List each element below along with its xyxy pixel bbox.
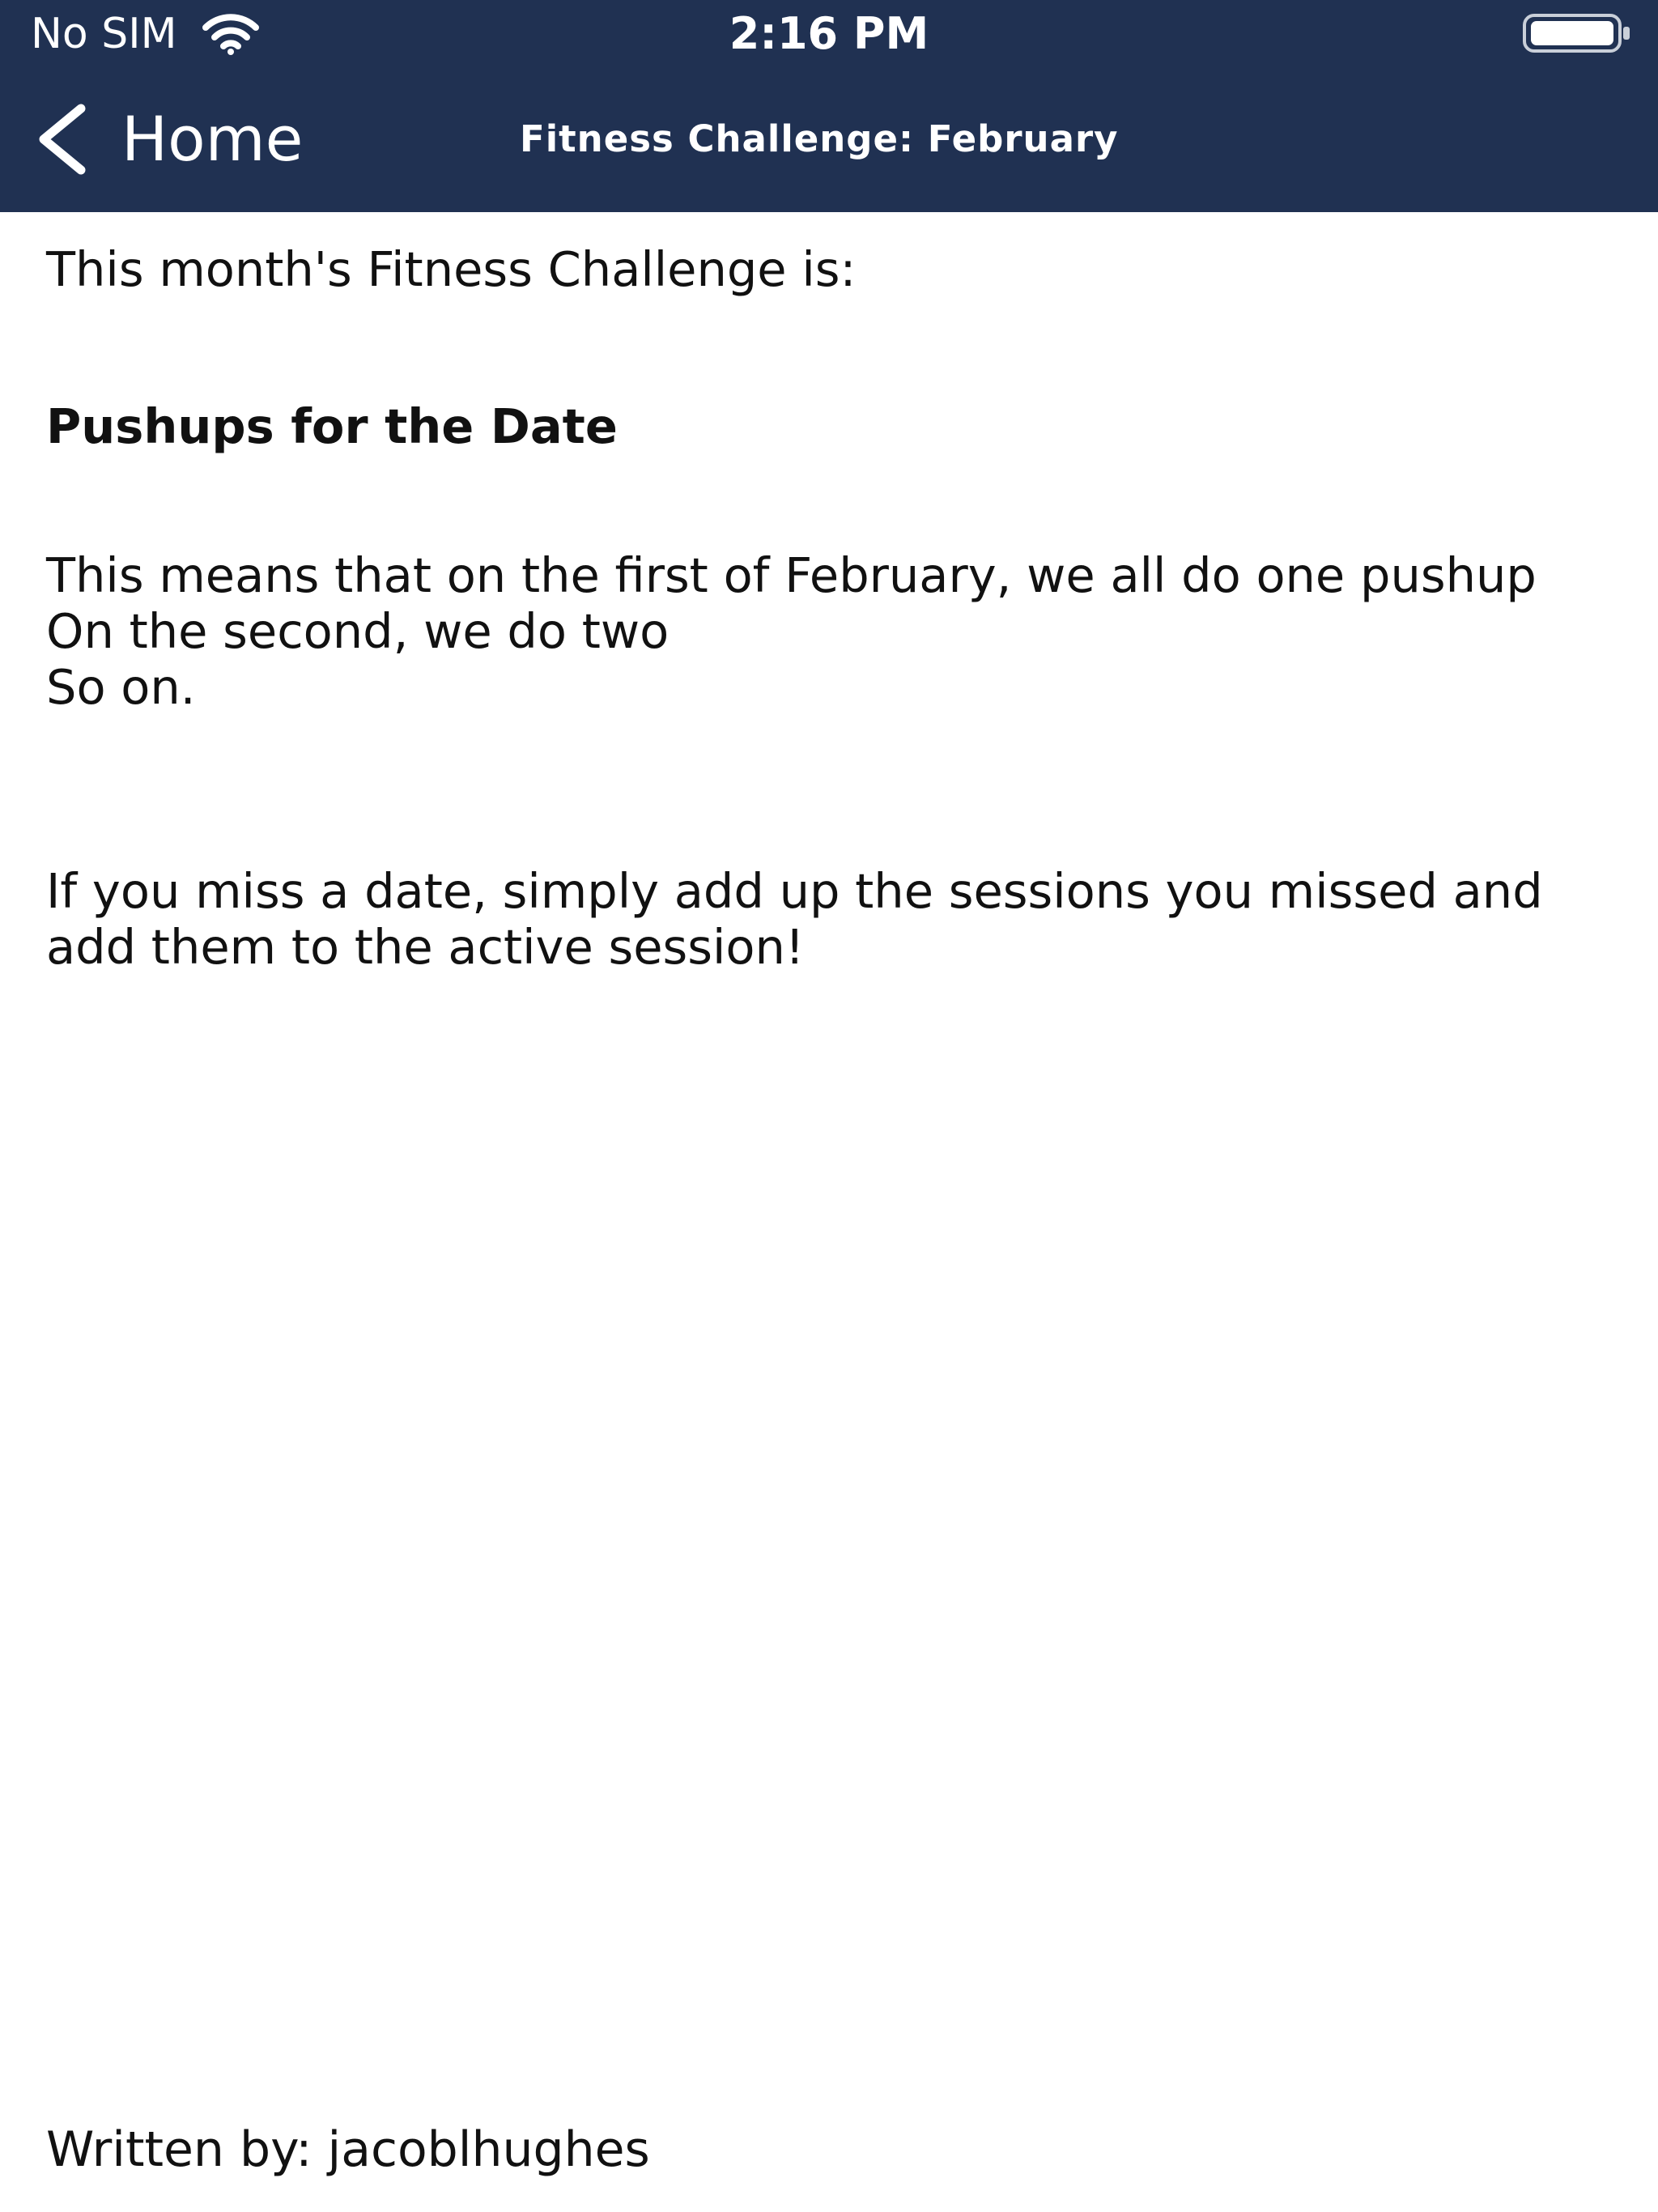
battery-icon — [1523, 14, 1630, 53]
author-credit: Written by: jacoblhughes — [46, 2121, 650, 2178]
chevron-left-icon — [39, 104, 86, 175]
intro-text: This month's Fitness Challenge is: — [46, 241, 857, 297]
rules-text: This means that on the first of February… — [46, 547, 1537, 715]
status-bar: No SIM 2:16 PM — [0, 0, 1658, 68]
missed-session-note: If you miss a date, simply add up the se… — [46, 863, 1543, 975]
back-button[interactable]: Home — [32, 99, 303, 180]
status-time: 2:16 PM — [729, 8, 929, 59]
screen: No SIM 2:16 PM Home Fitness Challenge: F… — [0, 0, 1658, 2212]
back-button-label: Home — [121, 103, 304, 175]
top-bar: No SIM 2:16 PM Home Fitness Challenge: F… — [0, 0, 1658, 212]
page-title: Fitness Challenge: February — [520, 117, 1119, 160]
navigation-bar: Home Fitness Challenge: February — [0, 68, 1658, 212]
challenge-title: Pushups for the Date — [46, 398, 618, 454]
